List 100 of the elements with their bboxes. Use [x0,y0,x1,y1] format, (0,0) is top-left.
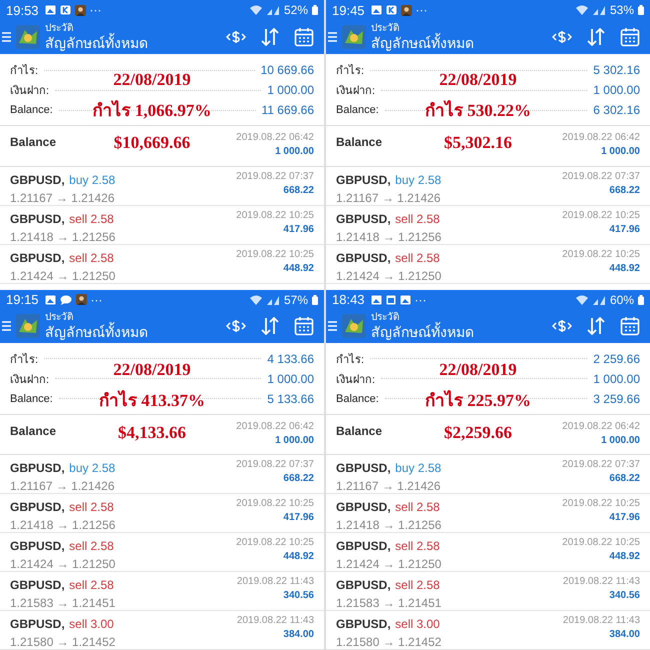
screen-title: สัญลักษณ์ทั้งหมด [45,324,149,340]
trade-order: sell 2.58 [69,539,114,553]
trade-row[interactable]: GBPUSD, sell 2.58 1.21418 → 1.21256 2019.08.22 10:25 417.96 [0,206,324,245]
app-logo-icon [342,314,366,338]
calendar-icon[interactable] [294,316,314,336]
screen-subtitle: ประวัติ [45,312,73,324]
overlay-date: 22/08/2019 [113,69,191,91]
clock: 19:53 [6,2,39,18]
app-logo-icon [16,314,40,338]
clock: 19:45 [332,2,365,18]
trade-row[interactable]: GBPUSD, sell 2.58 1.21418 → 1.21256 2019.08.22 10:25 417.96 [0,494,324,533]
trade-order: sell 2.58 [395,251,440,265]
summary-label: เงินฝาก: [336,372,376,388]
summary-label: Balance: [10,392,53,405]
wifi-icon [250,294,262,305]
trade-profit: 448.92 [283,551,314,562]
trade-order: sell 2.58 [395,500,440,514]
trade-symbol: GBPUSD, [336,539,391,553]
trade-time: 2019.08.22 07:37 [236,171,314,182]
summary-value: 2 259.66 [593,352,640,366]
trade-row[interactable]: GBPUSD, sell 2.58 1.21583 → 1.21451 2019.08.22 11:43 340.56 [326,572,650,611]
sort-icon[interactable] [260,28,280,46]
trade-row[interactable]: GBPUSD, sell 2.58 1.21418 → 1.21256 2019.08.22 10:25 417.96 [326,494,650,533]
summary-label: กำไร: [336,352,364,368]
more-notifications: ··· [90,292,103,307]
currency-exchange-icon[interactable] [552,318,572,334]
more-notifications: ··· [416,3,428,17]
battery-icon [312,5,318,15]
trade-time: 2019.08.22 10:25 [236,210,314,221]
trade-time: 2019.08.22 10:25 [236,249,314,260]
trade-order: sell 2.58 [69,500,114,514]
trade-row[interactable]: GBPUSD, buy 2.58 1.21167 → 1.21426 2019.08.22 07:37 668.22 [326,167,650,206]
trade-profit: 448.92 [283,263,314,274]
calendar-icon[interactable] [294,27,314,47]
balance-amount: 1 000.00 [275,434,314,446]
trade-row[interactable]: GBPUSD, sell 2.58 1.21424 → 1.21250 2019.08.22 10:25 448.92 [326,533,650,572]
trade-row[interactable]: GBPUSD, sell 2.58 1.21418 → 1.21256 2019.08.22 10:25 417.96 [326,206,650,245]
sort-icon[interactable] [586,28,606,46]
trade-time: 2019.08.22 10:25 [236,537,314,548]
screen-title: สัญลักษณ์ทั้งหมด [45,34,149,51]
trade-row[interactable]: GBPUSD, sell 2.58 1.21424 → 1.21250 2019.08.22 10:25 448.92 [326,245,650,284]
trade-symbol: GBPUSD, [336,500,391,514]
screen-subtitle: ประวัติ [371,23,399,34]
image-icon [370,5,382,15]
trade-prices: 1.21424 → 1.21250 [10,269,116,283]
trade-symbol: GBPUSD, [10,212,65,226]
trade-row[interactable]: GBPUSD, sell 2.58 1.21424 → 1.21250 2019.08.22 10:25 448.92 [0,533,324,572]
trade-row[interactable]: GBPUSD, buy 2.58 1.21167 → 1.21426 2019.08.22 07:37 668.22 [0,455,324,494]
trade-profit: 668.22 [283,473,314,484]
signal-icon [266,5,280,15]
trade-row[interactable]: GBPUSD, buy 2.58 1.21167 → 1.21426 2019.08.22 07:37 668.22 [326,455,650,494]
trade-row[interactable]: GBPUSD, sell 2.58 1.21583 → 1.21451 2019.08.22 11:43 340.56 [0,572,324,611]
trade-row[interactable]: GBPUSD, sell 3.00 1.21580 → 1.21452 2019.08.22 11:43 384.00 [326,611,650,650]
trade-order: buy 2.58 [69,173,116,187]
menu-icon[interactable] [2,321,11,332]
trade-profit: 417.96 [609,224,640,235]
overlay-profit: กำไร 1,066.97% [92,99,212,122]
menu-icon[interactable] [328,32,337,42]
battery-level: 60% [610,292,634,307]
currency-exchange-icon[interactable] [226,318,246,334]
calendar-icon[interactable] [620,316,640,336]
summary-value: 11 669.66 [262,103,314,117]
currency-exchange-icon[interactable] [552,29,572,45]
clock: 18:43 [332,292,365,308]
balance-label: Balance [10,135,56,149]
signal-icon [592,5,606,15]
trade-symbol: GBPUSD, [336,212,391,226]
summary-label: Balance: [336,104,379,116]
currency-exchange-icon[interactable] [226,29,246,45]
overlay-amount: $2,259.66 [444,422,512,444]
trade-row[interactable]: GBPUSD, sell 2.58 1.21424 → 1.21250 2019.08.22 10:25 448.92 [0,245,324,284]
trade-order: buy 2.58 [395,173,442,187]
trade-time: 2019.08.22 10:25 [562,498,640,509]
overlay-date: 22/08/2019 [439,359,517,381]
screen-subtitle: ประวัติ [45,23,73,34]
menu-icon[interactable] [2,32,11,42]
trade-prices: 1.21424 → 1.21250 [10,557,116,571]
trade-prices: 1.21580 → 1.21452 [336,635,442,649]
menu-icon[interactable] [328,321,337,332]
summary-value: 1 000.00 [267,83,314,97]
trade-prices: 1.21418 → 1.21256 [336,230,442,244]
trade-row[interactable]: GBPUSD, buy 2.58 1.21167 → 1.21426 2019.08.22 07:37 668.22 [0,167,324,206]
trade-time: 2019.08.22 10:25 [562,249,640,260]
balance-label: Balance [336,424,382,438]
trade-profit: 417.96 [609,512,640,523]
wifi-icon [576,294,588,305]
trade-time: 2019.08.22 10:25 [236,498,314,509]
summary-value: 5 133.66 [267,392,314,406]
trade-time: 2019.08.22 10:25 [562,537,640,548]
summary-label: เงินฝาก: [336,84,376,99]
trade-order: sell 2.58 [395,578,440,592]
screen-subtitle: ประวัติ [371,312,399,324]
calendar-icon[interactable] [620,27,640,47]
trade-symbol: GBPUSD, [336,251,391,265]
sort-icon[interactable] [586,317,606,336]
trade-prices: 1.21167 → 1.21426 [10,191,116,205]
trade-row[interactable]: GBPUSD, sell 3.00 1.21580 → 1.21452 2019.08.22 11:43 384.00 [0,611,324,650]
trade-symbol: GBPUSD, [336,461,391,475]
trade-profit: 384.00 [609,629,640,640]
sort-icon[interactable] [260,317,280,336]
